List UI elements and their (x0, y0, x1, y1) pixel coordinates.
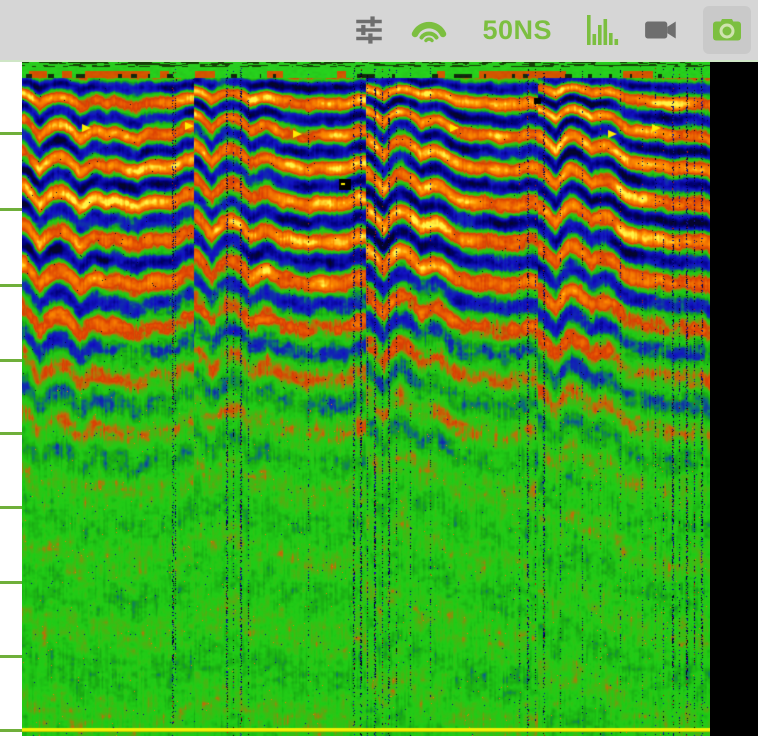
tune-button[interactable] (352, 6, 386, 54)
videocam-icon (645, 21, 676, 39)
histogram-button[interactable] (586, 6, 619, 54)
depth-tick (0, 729, 22, 732)
depth-tick (0, 359, 22, 362)
time-range-button[interactable]: 50NS (482, 6, 552, 54)
gpr-app-window: 50NS (0, 0, 758, 736)
radargram-canvas[interactable] (22, 62, 710, 736)
radar-view (0, 62, 758, 736)
histogram-icon (587, 15, 619, 45)
tune-icon (356, 16, 383, 44)
depth-tick (0, 581, 22, 584)
time-range-label: 50NS (482, 15, 552, 45)
wifi-icon (412, 21, 447, 43)
depth-tick (0, 132, 22, 135)
depth-tick (0, 208, 22, 211)
wifi-button[interactable] (410, 6, 448, 54)
unswept-area (710, 62, 758, 736)
depth-tick (0, 655, 22, 658)
camera-button[interactable] (703, 6, 751, 54)
camera-icon (713, 19, 741, 41)
toolbar: 50NS (0, 0, 758, 62)
videocam-button[interactable] (643, 6, 681, 54)
depth-tick (0, 284, 22, 287)
depth-scale (0, 62, 22, 736)
depth-tick (0, 506, 22, 509)
depth-tick (0, 432, 22, 435)
